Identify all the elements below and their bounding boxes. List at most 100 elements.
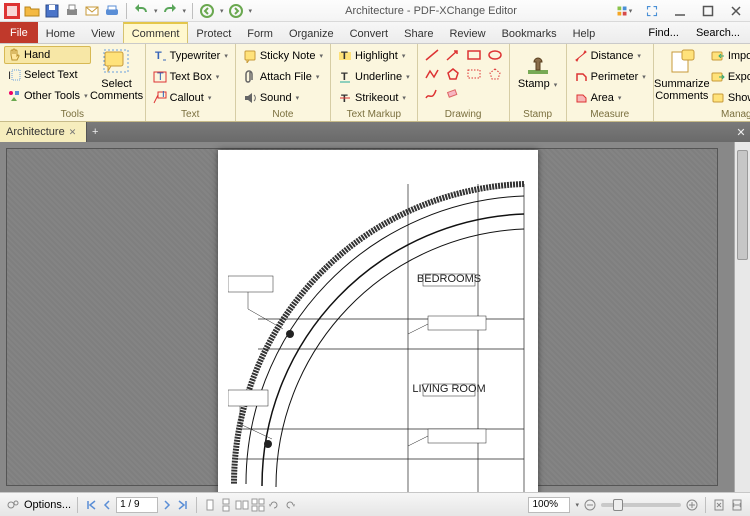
- tab-bookmarks[interactable]: Bookmarks: [494, 22, 565, 43]
- shape-cloud-rect[interactable]: [464, 65, 484, 83]
- shape-rect[interactable]: [464, 46, 484, 64]
- sound-tool[interactable]: Sound▾: [240, 88, 326, 108]
- tab-share[interactable]: Share: [396, 22, 441, 43]
- doc-tabbar: Architecture✕ + ✕: [0, 122, 750, 142]
- document-area[interactable]: BEDROOMS LIVING ROOM BASEMENT: [0, 142, 734, 492]
- shape-eraser[interactable]: [443, 84, 463, 102]
- distance-tool[interactable]: Distance▾: [571, 46, 649, 66]
- save-icon[interactable]: [44, 3, 60, 19]
- highlight-tool[interactable]: THighlight▾: [335, 46, 413, 66]
- shape-pencil[interactable]: [422, 84, 442, 102]
- first-page-icon[interactable]: [84, 498, 98, 512]
- sticky-note-tool[interactable]: Sticky Note▾: [240, 46, 326, 66]
- hand-icon: [7, 48, 21, 62]
- search-button[interactable]: Search...: [689, 27, 744, 39]
- highlight-icon: T: [338, 49, 352, 63]
- underline-tool[interactable]: TUnderline▾: [335, 67, 413, 87]
- shape-arrow[interactable]: [443, 46, 463, 64]
- ui-options-icon[interactable]: ▾: [610, 0, 638, 22]
- redo-dropdown[interactable]: ▾: [183, 7, 187, 15]
- tab-convert[interactable]: Convert: [342, 22, 397, 43]
- textbox-tool[interactable]: TText Box▾: [150, 67, 231, 87]
- attach-file-tool[interactable]: Attach File▾: [240, 67, 326, 87]
- area-tool[interactable]: Area▾: [571, 88, 649, 108]
- fullscreen-icon[interactable]: [638, 0, 666, 22]
- new-tab-button[interactable]: +: [87, 122, 103, 142]
- print-icon[interactable]: [64, 3, 80, 19]
- stamp-icon: [524, 48, 552, 76]
- summarize-button[interactable]: Summarize Comments: [658, 46, 706, 104]
- rotate-cw-icon[interactable]: [283, 498, 297, 512]
- separator: [192, 3, 193, 19]
- perimeter-tool[interactable]: Perimeter▾: [571, 67, 649, 87]
- doc-tab[interactable]: Architecture✕: [0, 122, 87, 142]
- zoom-out-icon[interactable]: [583, 498, 597, 512]
- undo-icon[interactable]: [133, 3, 149, 19]
- zoom-in-icon[interactable]: [685, 498, 699, 512]
- scan-icon[interactable]: [104, 3, 120, 19]
- drawing-shapes: [422, 46, 505, 102]
- callout-tool[interactable]: TCallout▾: [150, 88, 231, 108]
- scroll-thumb[interactable]: [737, 150, 748, 260]
- tab-help[interactable]: Help: [565, 22, 604, 43]
- mail-icon[interactable]: [84, 3, 100, 19]
- rotate-ccw-icon[interactable]: [267, 498, 281, 512]
- vertical-scrollbar[interactable]: [734, 142, 750, 492]
- select-comments-tool[interactable]: Select Comments: [93, 46, 141, 104]
- options-gear-icon[interactable]: [6, 498, 20, 512]
- group-text: TTypewriter▾ TText Box▾ TCallout▾ Text: [146, 44, 236, 121]
- layout-facing-icon[interactable]: [235, 498, 249, 512]
- zoom-dropdown[interactable]: ▾: [575, 501, 579, 509]
- last-page-icon[interactable]: [176, 498, 190, 512]
- other-tools[interactable]: Other Tools▾: [4, 86, 91, 106]
- undo-dropdown[interactable]: ▾: [154, 7, 158, 15]
- shape-polyline[interactable]: [422, 65, 442, 83]
- tab-close-icon[interactable]: ✕: [69, 127, 77, 138]
- redo-icon[interactable]: [162, 3, 178, 19]
- layout-cont-icon[interactable]: [219, 498, 233, 512]
- tab-form[interactable]: Form: [239, 22, 281, 43]
- next-page-icon[interactable]: [160, 498, 174, 512]
- quick-access-toolbar: ▾ ▾ ▾ ▾: [0, 3, 252, 19]
- nav-back-icon[interactable]: [199, 3, 215, 19]
- group-drawing: Drawing: [418, 44, 510, 121]
- zoom-field[interactable]: [528, 497, 570, 513]
- back-dropdown[interactable]: ▾: [220, 7, 224, 15]
- file-menu[interactable]: File: [0, 22, 38, 43]
- open-icon[interactable]: [24, 3, 40, 19]
- fit-page-icon[interactable]: [712, 498, 726, 512]
- tab-organize[interactable]: Organize: [281, 22, 342, 43]
- close-button[interactable]: [722, 0, 750, 22]
- prev-page-icon[interactable]: [100, 498, 114, 512]
- select-text-tool[interactable]: ISelect Text: [4, 65, 91, 85]
- tab-home[interactable]: Home: [38, 22, 83, 43]
- shape-polygon[interactable]: [443, 65, 463, 83]
- shape-line[interactable]: [422, 46, 442, 64]
- strikeout-tool[interactable]: TStrikeout▾: [335, 88, 413, 108]
- nav-forward-icon[interactable]: [228, 3, 244, 19]
- stamp-tool[interactable]: Stamp ▾: [514, 46, 562, 92]
- layout-single-icon[interactable]: [203, 498, 217, 512]
- options-button[interactable]: Options...: [24, 499, 71, 511]
- tab-comment[interactable]: Comment: [123, 22, 189, 43]
- close-all-button[interactable]: ✕: [732, 122, 750, 142]
- shape-oval[interactable]: [485, 46, 505, 64]
- find-button[interactable]: Find...: [641, 27, 683, 39]
- zoom-knob[interactable]: [613, 499, 623, 511]
- import-button[interactable]: Import: [708, 46, 750, 66]
- minimize-button[interactable]: [666, 0, 694, 22]
- show-button[interactable]: Show▾: [708, 88, 750, 108]
- maximize-button[interactable]: [694, 0, 722, 22]
- tab-review[interactable]: Review: [441, 22, 493, 43]
- tab-protect[interactable]: Protect: [188, 22, 239, 43]
- fit-width-icon[interactable]: [730, 498, 744, 512]
- tab-view[interactable]: View: [83, 22, 123, 43]
- hand-tool[interactable]: Hand: [4, 46, 91, 64]
- page-field[interactable]: [116, 497, 158, 513]
- zoom-slider[interactable]: [601, 503, 681, 507]
- export-button[interactable]: Export: [708, 67, 750, 87]
- shape-cloud-poly[interactable]: [485, 65, 505, 83]
- layout-facing-cont-icon[interactable]: [251, 498, 265, 512]
- typewriter-tool[interactable]: TTypewriter▾: [150, 46, 231, 66]
- page: BEDROOMS LIVING ROOM BASEMENT: [218, 150, 538, 492]
